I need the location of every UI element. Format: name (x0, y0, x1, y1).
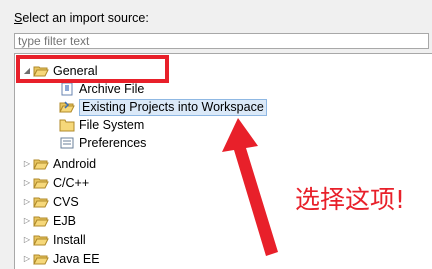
collapsed-twisty-icon[interactable]: ▷ (21, 193, 33, 211)
tree-item-java-ee[interactable]: ▷ Java EE (21, 250, 100, 268)
tree-item-archive-file[interactable]: Archive File (59, 80, 144, 98)
collapsed-twisty-icon[interactable]: ▷ (21, 250, 33, 268)
tree-item-label: CVS (53, 195, 79, 209)
folder-icon (33, 232, 49, 248)
tree-item-label: Android (53, 157, 97, 171)
tree-item-existing-projects[interactable]: Existing Projects into Workspace (59, 98, 267, 116)
archive-icon (59, 81, 75, 97)
collapsed-twisty-icon[interactable]: ▷ (21, 212, 33, 230)
folder-icon (33, 156, 49, 172)
tree-item-label: File System (79, 118, 145, 132)
tree-item-install[interactable]: ▷ Install (21, 231, 86, 249)
tree-item-label: Existing Projects into Workspace (79, 98, 267, 116)
tree-item-preferences[interactable]: Preferences (59, 134, 146, 152)
project-import-icon (59, 99, 75, 115)
open-folder-icon (33, 63, 49, 79)
preferences-icon (59, 135, 75, 151)
filter-input[interactable] (14, 33, 429, 49)
import-source-label: Select an import source: (14, 11, 149, 25)
folder-icon (59, 117, 75, 133)
tree-item-label: Archive File (79, 82, 145, 96)
collapsed-twisty-icon[interactable]: ▷ (21, 155, 33, 173)
collapsed-twisty-icon[interactable]: ▷ (21, 174, 33, 192)
import-source-tree[interactable]: ◢ General Archive File Existing Projects… (14, 53, 432, 269)
folder-icon (33, 175, 49, 191)
tree-item-android[interactable]: ▷ Android (21, 155, 96, 173)
tree-item-general[interactable]: ◢ General (21, 62, 98, 80)
tree-item-label: C/C++ (53, 176, 90, 190)
folder-icon (33, 251, 49, 267)
tree-item-label: Install (53, 233, 86, 247)
tree-item-label: Java EE (53, 252, 100, 266)
tree-item-label: General (53, 64, 98, 78)
tree-item-file-system[interactable]: File System (59, 116, 144, 134)
tree-item-label: EJB (53, 214, 76, 228)
folder-icon (33, 213, 49, 229)
annotation-text: 选择这项! (295, 185, 406, 214)
expanded-twisty-icon[interactable]: ◢ (21, 62, 33, 80)
tree-item-cvs[interactable]: ▷ CVS (21, 193, 79, 211)
tree-item-ejb[interactable]: ▷ EJB (21, 212, 76, 230)
folder-icon (33, 194, 49, 210)
tree-item-label: Preferences (79, 136, 147, 150)
collapsed-twisty-icon[interactable]: ▷ (21, 231, 33, 249)
tree-item-c-cpp[interactable]: ▷ C/C++ (21, 174, 89, 192)
